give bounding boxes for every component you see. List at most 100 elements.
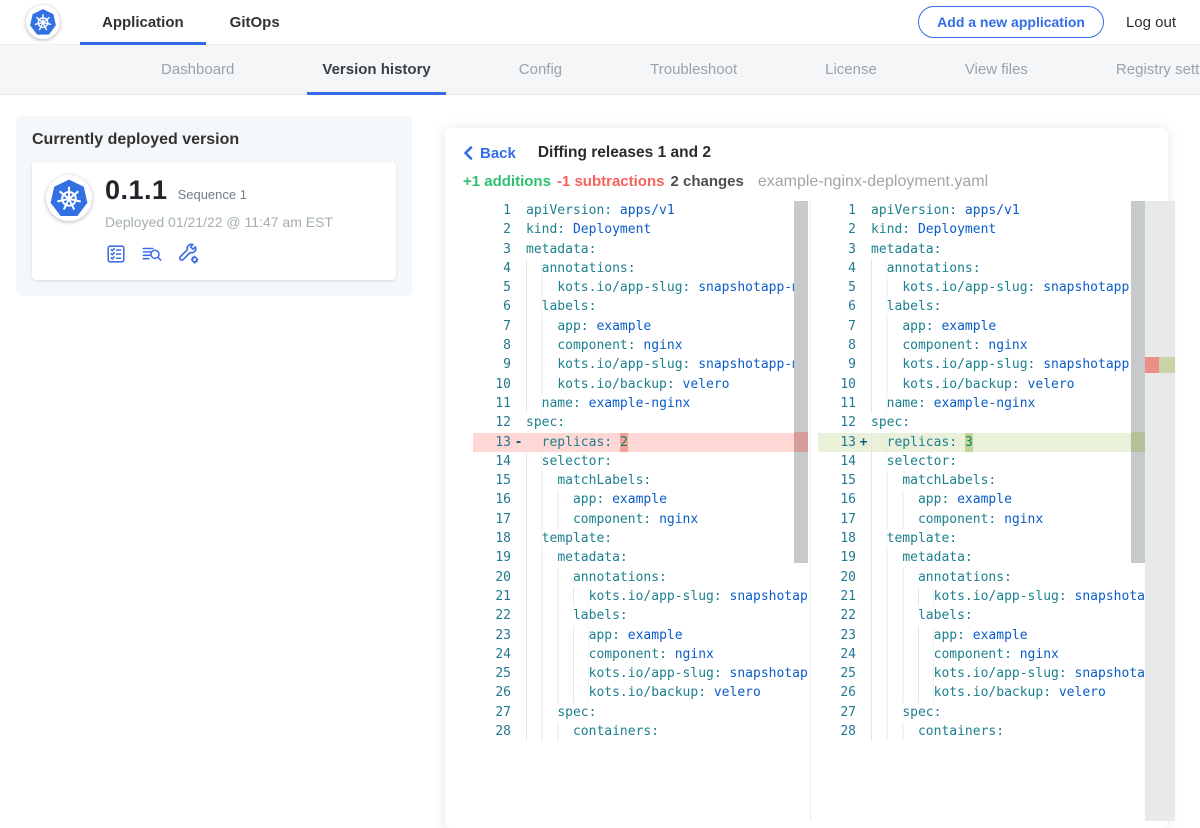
diff-line: 24component: nginx <box>473 645 808 664</box>
diff-line: 7app: example <box>473 317 808 336</box>
diff-line: 11name: example-nginx <box>473 394 808 413</box>
right-added-line-mark <box>1131 432 1145 452</box>
diff-marker <box>511 548 526 567</box>
logout-button[interactable]: Log out <box>1126 14 1176 31</box>
yaml-key: annotations: <box>887 259 981 278</box>
indent-guides <box>871 529 887 548</box>
yaml-key: labels: <box>887 297 942 316</box>
space <box>1020 375 1028 394</box>
release-notes-button[interactable] <box>105 243 127 265</box>
diff-line: 15matchLabels: <box>818 471 1175 490</box>
line-number: 11 <box>473 394 511 413</box>
line-number: 20 <box>473 568 511 587</box>
space <box>565 220 573 239</box>
diff-line: 17component: nginx <box>473 510 808 529</box>
topnav-tab-gitops[interactable]: GitOps <box>222 0 288 45</box>
diff-overview-ruler[interactable] <box>1145 201 1175 821</box>
diff-releases-card: Back Diffing releases 1 and 2 +1 additio… <box>445 128 1168 828</box>
yaml-key: app: <box>589 626 620 645</box>
yaml-value: velero <box>1028 375 1075 394</box>
left-scrollbar-thumb[interactable] <box>794 201 808 563</box>
subnav-tab-dashboard[interactable]: Dashboard <box>146 45 249 95</box>
diff-marker <box>856 722 871 741</box>
yaml-value: example <box>973 626 1028 645</box>
yaml-key: matchLabels: <box>557 471 651 490</box>
edit-config-button[interactable] <box>177 242 201 266</box>
diff-marker <box>856 490 871 509</box>
subnav-tab-config[interactable]: Config <box>504 45 577 95</box>
yaml-value: example <box>596 317 651 336</box>
diff-line: 22labels: <box>473 606 808 625</box>
indent-guides <box>526 606 573 625</box>
line-number: 28 <box>473 722 511 741</box>
diff-marker <box>856 683 871 702</box>
view-logs-icon <box>140 243 164 265</box>
diff-line: 28containers: <box>818 722 1175 741</box>
subnav-tab-troubleshoot[interactable]: Troubleshoot <box>635 45 752 95</box>
diff-line: 8component: nginx <box>818 336 1175 355</box>
indent-guides <box>526 664 589 683</box>
yaml-key: kots.io/app-slug: <box>589 664 722 683</box>
yaml-value: 2 <box>620 433 628 452</box>
yaml-key: kots.io/app-slug: <box>589 587 722 606</box>
line-number: 26 <box>473 683 511 702</box>
subnav-tab-view-files[interactable]: View files <box>950 45 1043 95</box>
line-number: 21 <box>473 587 511 606</box>
subtractions-count: -1 subtractions <box>557 173 665 190</box>
line-number: 19 <box>818 548 856 567</box>
changes-count: 2 changes <box>670 173 743 190</box>
yaml-value: example <box>612 490 667 509</box>
indent-guides <box>871 471 902 490</box>
diff-line: 2kind: Deployment <box>818 220 1175 239</box>
yaml-key: component: <box>573 510 651 529</box>
diff-marker <box>856 220 871 239</box>
line-number: 1 <box>818 201 856 220</box>
diff-line: 20annotations: <box>473 568 808 587</box>
yaml-value: velero <box>714 683 761 702</box>
yaml-value: snapshotap <box>1075 664 1153 683</box>
subnav-tab-version-history[interactable]: Version history <box>307 45 445 95</box>
deployed-version-details: 0.1.1 Sequence 1 Deployed 01/21/22 @ 11:… <box>105 175 333 266</box>
line-number: 7 <box>818 317 856 336</box>
indent-guides <box>871 452 887 471</box>
diff-pane-right[interactable]: 1apiVersion: apps/v12kind: Deployment3me… <box>818 201 1175 821</box>
diff-marker <box>856 336 871 355</box>
diff-line: 18template: <box>473 529 808 548</box>
diff-line: 9kots.io/app-slug: snapshotapp-mu <box>818 355 1175 374</box>
line-number: 27 <box>473 703 511 722</box>
diff-line: 17component: nginx <box>818 510 1175 529</box>
yaml-key: selector: <box>542 452 612 471</box>
indent-guides <box>526 452 542 471</box>
diff-line: 2kind: Deployment <box>473 220 808 239</box>
yaml-value: apps/v1 <box>620 201 675 220</box>
diff-line: 12spec: <box>818 413 1175 432</box>
diff-pane-left[interactable]: 1apiVersion: apps/v12kind: Deployment3me… <box>473 201 808 821</box>
diff-line: 14selector: <box>473 452 808 471</box>
space <box>589 317 597 336</box>
diff-marker <box>511 664 526 683</box>
app-icon-badge <box>46 175 92 221</box>
yaml-key: kots.io/app-slug: <box>934 587 1067 606</box>
subnav-tab-registry-settings[interactable]: Registry settings <box>1101 45 1200 95</box>
line-number: 6 <box>473 297 511 316</box>
kubernetes-helm-icon <box>29 8 57 36</box>
yaml-value: nginx <box>643 336 682 355</box>
line-number: 15 <box>818 471 856 490</box>
line-number: 27 <box>818 703 856 722</box>
subnav-tab-license[interactable]: License <box>810 45 892 95</box>
add-application-button[interactable]: Add a new application <box>918 6 1104 38</box>
indent-guides <box>526 548 557 567</box>
line-number: 4 <box>473 259 511 278</box>
diff-marker <box>511 297 526 316</box>
yaml-key: annotations: <box>542 259 636 278</box>
yaml-key: component: <box>934 645 1012 664</box>
topnav-tab-application[interactable]: Application <box>94 0 192 45</box>
back-button[interactable]: Back <box>463 145 516 162</box>
indent-guides <box>871 703 902 722</box>
yaml-key: kots.io/app-slug: <box>934 664 1067 683</box>
diff-line: 23app: example <box>473 626 808 645</box>
diff-line: 9kots.io/app-slug: snapshotapp-mu <box>473 355 808 374</box>
view-logs-button[interactable] <box>140 243 164 265</box>
topnav-right: Add a new application Log out <box>918 6 1176 38</box>
right-scrollbar-thumb[interactable] <box>1131 201 1145 563</box>
